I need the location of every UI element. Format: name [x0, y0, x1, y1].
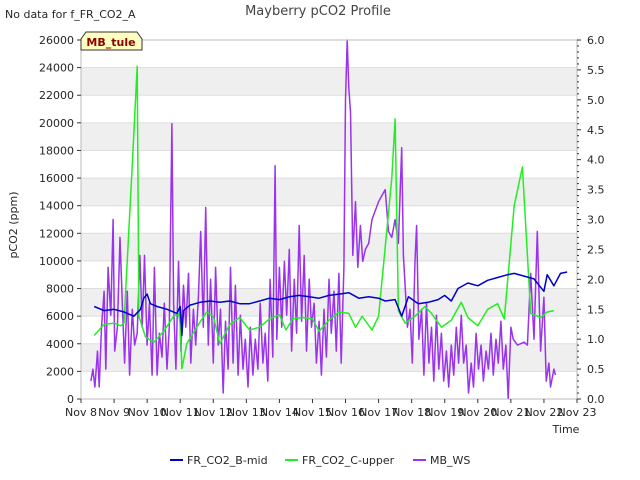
- site-tag-label: MB_tule: [86, 36, 135, 49]
- y-tick-label: 24000: [39, 62, 74, 75]
- legend-item: MB_WS: [413, 454, 470, 467]
- no-data-notice: No data for f_FR_CO2_A: [5, 8, 136, 21]
- y-tick-label: 4000: [46, 338, 74, 351]
- legend-label: FR_CO2_C-upper: [302, 454, 395, 467]
- x-tick-label: Nov 9: [98, 406, 130, 419]
- y-tick-label: 14000: [39, 200, 74, 213]
- y-tick-label: 18000: [39, 144, 74, 157]
- y2-tick-label: 5.0: [587, 94, 605, 107]
- legend-label: FR_CO2_B-mid: [187, 454, 268, 467]
- y-tick-label: 8000: [46, 283, 74, 296]
- y-tick-label: 10000: [39, 255, 74, 268]
- plot-band: [81, 122, 577, 151]
- legend-label: MB_WS: [430, 454, 470, 467]
- y-tick-label: 6000: [46, 310, 74, 323]
- y2-tick-label: 2.0: [587, 273, 605, 286]
- y2-tick-label: 3.0: [587, 214, 605, 227]
- y2-tick-label: 0.0: [587, 393, 605, 406]
- y-tick-label: 12000: [39, 227, 74, 240]
- x-axis-label: Time: [552, 423, 580, 436]
- plot-band: [81, 178, 577, 206]
- legend-item: FR_CO2_C-upper: [285, 454, 395, 467]
- legend: FR_CO2_B-mid FR_CO2_C-upper MB_WS: [170, 454, 470, 467]
- y-tick-label: 26000: [39, 34, 74, 47]
- chart: No data for f_FR_CO2_A Mayberry pCO2 Pro…: [5, 4, 605, 467]
- y2-tick-label: 1.5: [587, 303, 605, 316]
- y2-tick-label: 0.5: [587, 363, 605, 376]
- y2-tick-label: 4.5: [587, 124, 605, 137]
- chart-title: Mayberry pCO2 Profile: [245, 4, 391, 19]
- y2-tick-label: 3.5: [587, 184, 605, 197]
- y2-tick-label: 2.5: [587, 243, 605, 256]
- y2-tick-label: 6.0: [587, 34, 605, 47]
- x-tick-label: Nov 8: [65, 406, 97, 419]
- x-tick-label: Nov 23: [558, 406, 597, 419]
- plot-band: [81, 233, 577, 261]
- y2-tick-label: 5.5: [587, 64, 605, 77]
- y2-tick-label: 1.0: [587, 333, 605, 346]
- plot-band: [81, 67, 577, 96]
- y-axis-label: pCO2 (ppm): [7, 191, 20, 258]
- legend-item: FR_CO2_B-mid: [170, 454, 268, 467]
- y2-tick-label: 4.0: [587, 154, 605, 167]
- y-tick-label: 20000: [39, 117, 74, 130]
- y-tick-label: 22000: [39, 89, 74, 102]
- site-tag: MB_tule: [80, 31, 143, 51]
- y-tick-label: 16000: [39, 172, 74, 185]
- y-tick-label: 0: [67, 393, 74, 406]
- y-tick-label: 2000: [46, 365, 74, 378]
